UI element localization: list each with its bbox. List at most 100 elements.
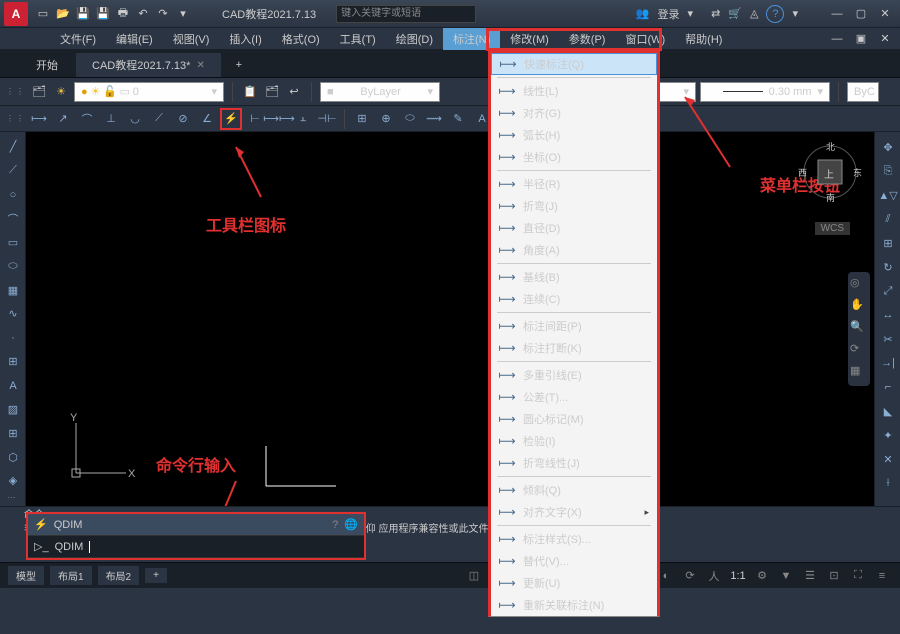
help-dropdown-icon[interactable]: ▾ xyxy=(792,7,798,20)
maximize-button[interactable]: ▢ xyxy=(850,5,872,23)
doc-close-button[interactable]: ✕ xyxy=(874,30,896,48)
undo-icon[interactable]: ↶ xyxy=(134,5,152,23)
dim-aligned-icon[interactable]: ↗ xyxy=(52,108,74,130)
layer-combo[interactable]: ● ☀ 🔓 ▭ 0 ▾ xyxy=(74,82,224,102)
layer-sun-icon[interactable]: ☀ xyxy=(52,83,70,101)
menu-item[interactable]: ⟼圆心标记(M) xyxy=(491,408,657,430)
dim-jogged-icon[interactable]: ⟋ xyxy=(148,108,170,130)
dim-edit-icon[interactable]: ✎ xyxy=(447,108,469,130)
qat-dropdown-icon[interactable]: ▾ xyxy=(174,5,192,23)
menu-item[interactable]: ⟼弧长(H) xyxy=(491,124,657,146)
dim-linear-icon[interactable]: ⟼ xyxy=(28,108,50,130)
grip-icon[interactable]: ⋯ xyxy=(2,494,23,502)
menu-format[interactable]: 格式(O) xyxy=(272,28,330,50)
tab-add-button[interactable]: + xyxy=(223,53,255,77)
menu-item[interactable]: ⟼公差(T)... xyxy=(491,386,657,408)
layer-tool-icon[interactable]: 📋 xyxy=(241,83,259,101)
menu-item[interactable]: ⟼检验(I) xyxy=(491,430,657,452)
menu-item[interactable]: ⟼标注打断(K) xyxy=(491,337,657,359)
menu-item[interactable]: ⟼直径(D) xyxy=(491,217,657,239)
clean-screen-icon[interactable]: ⛶ xyxy=(848,566,868,586)
dim-quick-icon[interactable]: ⚡ xyxy=(220,108,242,130)
open-icon[interactable]: 📂 xyxy=(54,5,72,23)
copy-icon[interactable]: ⎘ xyxy=(877,160,899,182)
layout1-tab[interactable]: 布局1 xyxy=(50,566,92,585)
cart-icon[interactable]: 🛒 xyxy=(728,7,742,20)
menu-item[interactable]: ⟼重新关联标注(N) xyxy=(491,594,657,616)
menu-item[interactable]: ⟼线性(L) xyxy=(491,80,657,102)
new-icon[interactable]: ▭ xyxy=(34,5,52,23)
menu-item[interactable]: ⟼折弯(J) xyxy=(491,195,657,217)
orbit-icon[interactable]: ⟳ xyxy=(850,342,868,360)
offset-icon[interactable]: ⫽ xyxy=(877,208,899,230)
ellipse-icon[interactable]: ⬭ xyxy=(2,255,24,277)
wipeout-icon[interactable]: ◈ xyxy=(2,470,24,492)
dim-ordinate-icon[interactable]: ⊥ xyxy=(100,108,122,130)
doc-restore-button[interactable]: ▣ xyxy=(850,30,872,48)
erase-icon[interactable]: ✕ xyxy=(877,448,899,470)
zoom-icon[interactable]: 🔍 xyxy=(850,320,868,338)
arc-icon[interactable]: ⌒ xyxy=(2,208,24,230)
help-icon[interactable]: ? xyxy=(766,5,784,23)
hatch-icon[interactable]: ▦ xyxy=(2,279,24,301)
plot-style-combo[interactable]: ByC xyxy=(847,82,879,102)
move-icon[interactable]: ✥ xyxy=(877,136,899,158)
fillet-icon[interactable]: ⌐ xyxy=(877,376,899,398)
dim-tolerance-icon[interactable]: ⊞ xyxy=(351,108,373,130)
login-button[interactable]: 登录 xyxy=(658,6,680,22)
hardware-accel-icon[interactable]: ⊡ xyxy=(824,566,844,586)
menu-help[interactable]: 帮助(H) xyxy=(675,28,732,50)
menu-file[interactable]: 文件(F) xyxy=(50,28,106,50)
dim-space-icon[interactable]: ⫠ xyxy=(292,108,314,130)
stretch-icon[interactable]: ↔ xyxy=(877,304,899,326)
menu-param[interactable]: 参数(P) xyxy=(559,28,616,50)
menu-tools[interactable]: 工具(T) xyxy=(330,28,386,50)
layout2-tab[interactable]: 布局2 xyxy=(98,566,140,585)
menu-item[interactable]: ⟼标注间距(P) xyxy=(491,315,657,337)
login-dropdown-icon[interactable]: ▾ xyxy=(688,7,694,20)
menu-window[interactable]: 窗口(W) xyxy=(615,28,675,50)
dim-inspect-icon[interactable]: ⬭ xyxy=(399,108,421,130)
menu-item[interactable]: ⟼基线(B) xyxy=(491,266,657,288)
cycling-toggle[interactable]: ⟳ xyxy=(680,566,700,586)
steering-wheel-icon[interactable]: ◎ xyxy=(850,276,868,294)
chamfer-icon[interactable]: ◣ xyxy=(877,400,899,422)
annoscale[interactable]: 1:1 xyxy=(728,566,748,586)
model-space[interactable]: 工具栏图标 菜单栏按钮 命令行输入 YX 北 南 东 西 上 WCS ◎ ✋ 🔍… xyxy=(26,132,900,506)
menu-draw[interactable]: 绘图(D) xyxy=(386,28,443,50)
menu-item[interactable]: ⟼折弯线性(J) xyxy=(491,452,657,474)
command-suggestion[interactable]: ⚡ QDIM ? 🌐 xyxy=(28,514,364,536)
menu-view[interactable]: 视图(V) xyxy=(163,28,220,50)
app-icon[interactable]: ◬ xyxy=(750,7,758,20)
command-input[interactable]: ▷_ QDIM xyxy=(28,536,364,558)
circle-icon[interactable]: ○ xyxy=(2,184,24,206)
doc-minimize-button[interactable]: — xyxy=(826,30,848,48)
dim-angular-icon[interactable]: ∠ xyxy=(196,108,218,130)
menu-item[interactable]: ⟼标注样式(S)... xyxy=(491,528,657,550)
lineweight-combo[interactable]: 0.30 mm▾ xyxy=(700,82,830,102)
dim-joglinear-icon[interactable]: ⟿ xyxy=(423,108,445,130)
annomon-toggle[interactable]: 人 xyxy=(704,566,724,586)
model-tab[interactable]: 模型 xyxy=(8,566,44,585)
showmotion-icon[interactable]: ▦ xyxy=(850,364,868,382)
point-icon[interactable]: · xyxy=(2,327,24,349)
line-icon[interactable]: ╱ xyxy=(2,136,24,158)
menu-item[interactable]: ⟼快速标注(Q) xyxy=(491,53,657,75)
pan-icon[interactable]: ✋ xyxy=(850,298,868,316)
table-icon[interactable]: ⊞ xyxy=(2,422,24,444)
exchange-icon[interactable]: ⇄ xyxy=(711,7,720,20)
menu-edit[interactable]: 编辑(E) xyxy=(106,28,163,50)
block-icon[interactable]: ⊞ xyxy=(2,351,24,373)
isolate-icon[interactable]: ☰ xyxy=(800,566,820,586)
tab-start[interactable]: 开始 xyxy=(20,53,74,77)
pline-icon[interactable]: ⟋ xyxy=(2,160,24,182)
minimize-button[interactable]: — xyxy=(826,5,848,23)
model-paper-toggle[interactable]: ◫ xyxy=(464,566,484,586)
text-icon[interactable]: A xyxy=(2,375,24,397)
spline-icon[interactable]: ∿ xyxy=(2,303,24,325)
add-layout-button[interactable]: + xyxy=(145,568,167,583)
save-icon[interactable]: 💾 xyxy=(74,5,92,23)
color-combo[interactable]: ■ ByLayer▾ xyxy=(320,82,440,102)
close-button[interactable]: ✕ xyxy=(874,5,896,23)
extend-icon[interactable]: →| xyxy=(877,352,899,374)
